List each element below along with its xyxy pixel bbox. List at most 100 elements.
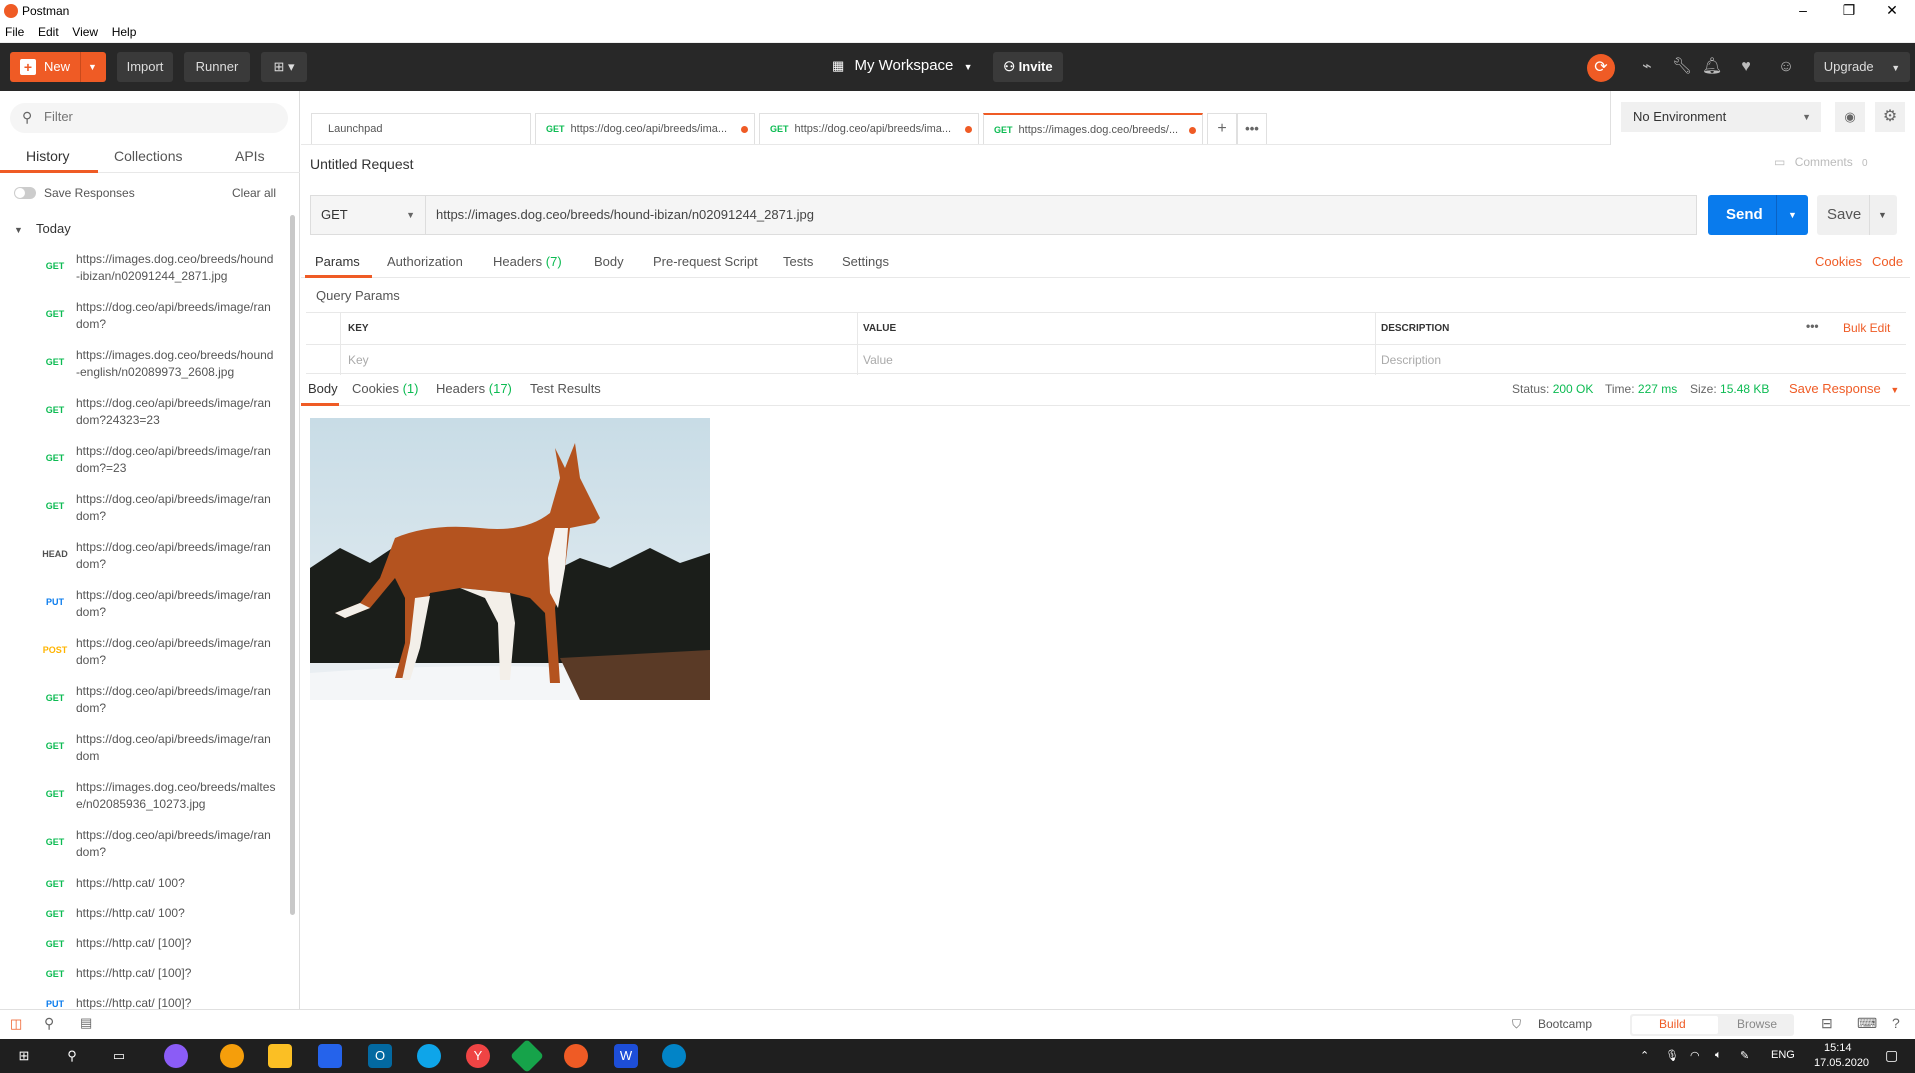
workspace-switcher[interactable]: ▦ My Workspace ▼ (832, 57, 972, 74)
filter-box[interactable]: ⚲ (10, 103, 288, 133)
outlook-icon[interactable]: O (368, 1044, 392, 1068)
more-tabs-icon[interactable]: ••• (1237, 113, 1267, 144)
response-tab-body[interactable]: Body (308, 381, 338, 396)
tab-headers[interactable]: Headers (7) (493, 254, 562, 269)
history-item[interactable]: GET https://dog.ceo/api/breeds/image/rand… (0, 295, 290, 343)
history-item[interactable]: GET https://dog.ceo/api/breeds/image/rand… (0, 487, 290, 535)
value-input[interactable]: Value (863, 353, 893, 367)
taskbar-search-icon[interactable]: ⚲ (60, 1044, 84, 1068)
history-item[interactable]: GET https://http.cat/ 100? (0, 871, 290, 901)
collapse-caret-icon[interactable]: ▼ (14, 225, 23, 235)
tab-body[interactable]: Body (594, 254, 624, 269)
clock-date[interactable]: 17.05.2020 (1814, 1057, 1869, 1069)
response-tab-cookies[interactable]: Cookies (1) (352, 381, 418, 396)
bell-icon[interactable]: 🔔︎ (1700, 55, 1724, 79)
two-pane-view-icon[interactable]: ⊟ (1821, 1015, 1833, 1032)
find-icon[interactable]: ⚲ (44, 1015, 54, 1032)
request-tab[interactable]: GET https://dog.ceo/api/breeds/ima... (759, 113, 979, 144)
wrench-icon[interactable]: 🔧︎ (1670, 55, 1694, 79)
history-item[interactable]: GET https://dog.ceo/api/breeds/image/rand… (0, 727, 290, 775)
response-tab-headers[interactable]: Headers (17) (436, 381, 512, 396)
save-response-button[interactable]: Save Response ▼ (1789, 381, 1899, 396)
cookies-link[interactable]: Cookies (1815, 254, 1862, 269)
menu-help[interactable]: Help (107, 22, 142, 42)
network-icon[interactable]: ◠ (1690, 1049, 1700, 1062)
history-item[interactable]: GET https://images.dog.ceo/breeds/hound-i… (0, 247, 290, 295)
keyboard-shortcuts-icon[interactable]: ⌨ (1857, 1015, 1877, 1032)
gear-icon[interactable]: ⚙ (1875, 102, 1905, 132)
history-item[interactable]: GET https://dog.ceo/api/breeds/image/rand… (0, 391, 290, 439)
user-avatar-icon[interactable]: ☺ (1774, 55, 1798, 79)
history-item[interactable]: GET https://dog.ceo/api/breeds/image/rand… (0, 823, 290, 871)
tab-params[interactable]: Params (315, 254, 360, 269)
notifications-icon[interactable]: ▢ (1885, 1047, 1898, 1064)
code-link[interactable]: Code (1872, 254, 1903, 269)
tab-apis[interactable]: APIs (235, 148, 265, 164)
clear-all-button[interactable]: Clear all (232, 186, 276, 200)
history-item[interactable]: GET https://images.dog.ceo/breeds/maltese… (0, 775, 290, 823)
history-item[interactable]: GET https://http.cat/ 100? (0, 901, 290, 931)
response-tab-test-results[interactable]: Test Results (530, 381, 601, 396)
restore-button[interactable]: ❐ (1826, 0, 1872, 22)
task-view-icon[interactable]: ▭ (107, 1044, 131, 1068)
postman-taskbar-icon[interactable] (564, 1044, 588, 1068)
chevron-down-icon[interactable]: ▼ (1878, 195, 1887, 235)
history-item[interactable]: GET https://http.cat/ [100]? (0, 931, 290, 961)
sidebar-scrollbar[interactable] (290, 215, 295, 915)
comments-button[interactable]: ▭ Comments 0 (1774, 155, 1868, 169)
menu-file[interactable]: File (0, 22, 29, 42)
invite-button[interactable]: ⚇ Invite (993, 52, 1063, 82)
history-group-today[interactable]: Today (36, 221, 71, 236)
file-explorer-icon[interactable] (268, 1044, 292, 1068)
console-icon[interactable]: ▤ (80, 1015, 92, 1031)
volume-icon[interactable]: 🔈︎ (1715, 1049, 1722, 1062)
add-tab-button[interactable]: + (1207, 113, 1237, 144)
firefox-icon[interactable] (220, 1044, 244, 1068)
alice-app-icon[interactable] (164, 1044, 188, 1068)
menu-view[interactable]: View (67, 22, 103, 42)
edge-icon[interactable] (417, 1044, 441, 1068)
toggle-sidebar-icon[interactable]: ◫ (10, 1016, 22, 1032)
filter-input[interactable] (44, 109, 274, 124)
history-item[interactable]: GET https://http.cat/ [100]? (0, 961, 290, 991)
satellite-icon[interactable]: ⌁ (1635, 55, 1659, 79)
send-button[interactable]: Send ▼ (1708, 195, 1808, 235)
request-title[interactable]: Untitled Request (310, 156, 414, 172)
save-responses-toggle[interactable] (14, 187, 36, 199)
new-window-button[interactable]: ⊞ ▾ (261, 52, 307, 82)
bootcamp-link[interactable]: Bootcamp (1538, 1017, 1592, 1031)
request-tab-active[interactable]: GET https://images.dog.ceo/breeds/... (983, 113, 1203, 144)
app-blue-icon[interactable] (662, 1044, 686, 1068)
eye-icon[interactable]: ◉ (1835, 102, 1865, 132)
new-button[interactable]: + New ▼ (10, 52, 106, 82)
tab-history[interactable]: History (26, 148, 70, 164)
word-icon[interactable]: W (614, 1044, 638, 1068)
history-item[interactable]: PUT https://dog.ceo/api/breeds/image/rand… (0, 583, 290, 631)
tab-pre-request-script[interactable]: Pre-request Script (653, 254, 758, 269)
method-select[interactable]: GET ▼ (311, 196, 426, 234)
windows-start-icon[interactable]: ⊞ (12, 1044, 36, 1068)
app-green-icon[interactable] (510, 1039, 544, 1073)
url-input[interactable]: https://images.dog.ceo/breeds/hound-ibiz… (436, 196, 814, 234)
tab-settings[interactable]: Settings (842, 254, 889, 269)
upgrade-button[interactable]: Upgrade ▼ (1814, 52, 1910, 82)
yandex-icon[interactable]: Y (466, 1044, 490, 1068)
sync-icon[interactable]: ⟳ (1587, 54, 1615, 82)
chevron-down-icon[interactable]: ▼ (88, 52, 97, 82)
key-input[interactable]: Key (348, 353, 369, 367)
minimize-button[interactable]: – (1780, 0, 1826, 22)
tab-authorization[interactable]: Authorization (387, 254, 463, 269)
more-options-icon[interactable]: ••• (1806, 319, 1819, 333)
tray-chevron-icon[interactable]: ⌃ (1640, 1049, 1649, 1062)
heart-icon[interactable]: ♥ (1734, 55, 1758, 79)
tab-collections[interactable]: Collections (114, 148, 182, 164)
import-button[interactable]: Import (117, 52, 173, 82)
browse-mode-button[interactable]: Browse (1737, 1017, 1777, 1031)
menu-edit[interactable]: Edit (33, 22, 64, 42)
tab-tests[interactable]: Tests (783, 254, 813, 269)
help-icon[interactable]: ? (1892, 1015, 1900, 1031)
history-item[interactable]: POST https://dog.ceo/api/breeds/image/ran… (0, 631, 290, 679)
build-mode-button[interactable]: Build (1659, 1017, 1686, 1031)
history-item[interactable]: GET https://images.dog.ceo/breeds/hound-e… (0, 343, 290, 391)
close-window-button[interactable]: ✕ (1869, 0, 1915, 22)
